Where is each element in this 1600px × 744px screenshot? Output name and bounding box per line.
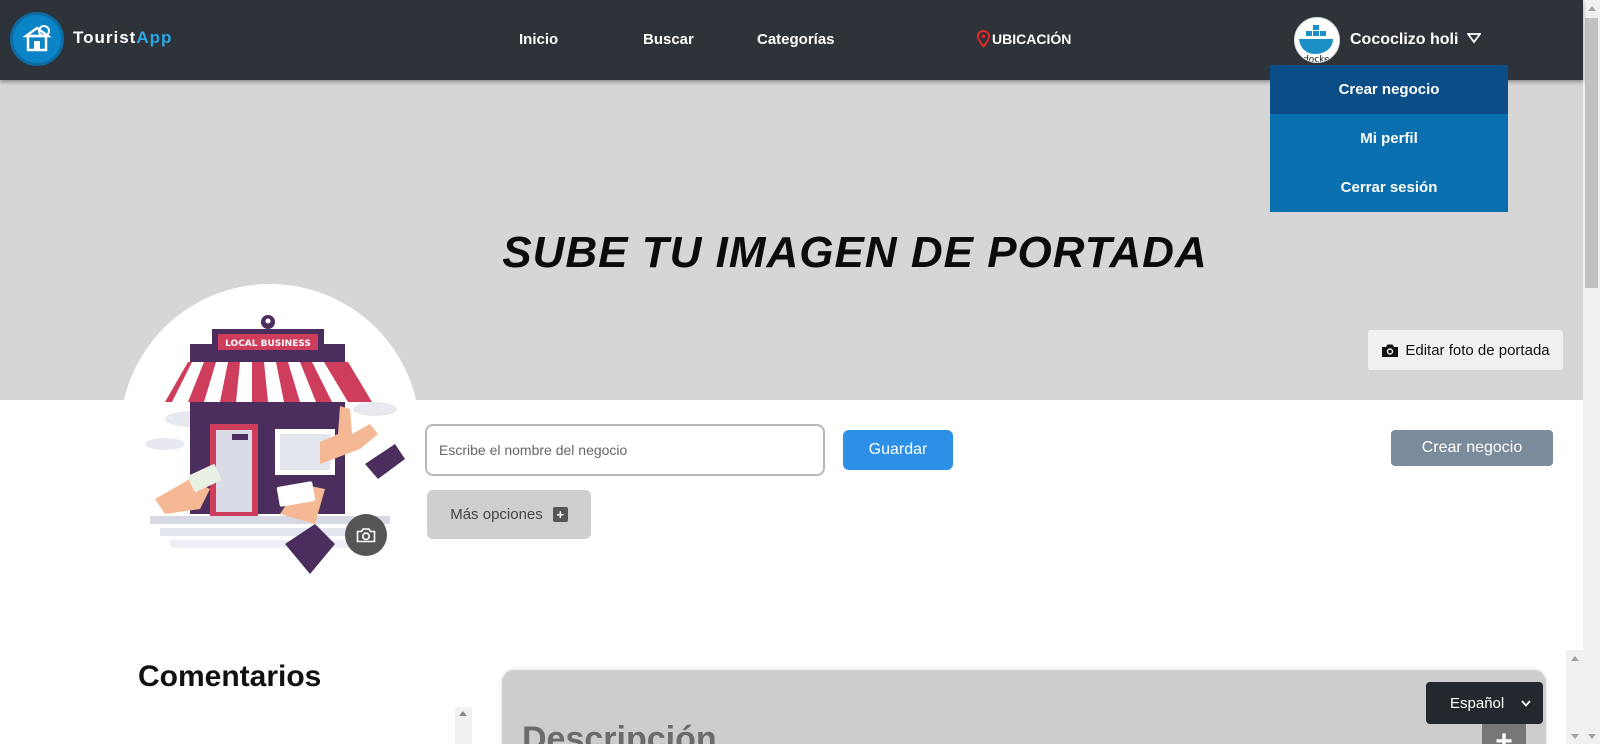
plus-icon: +: [1495, 725, 1513, 744]
map-pin-icon: [977, 30, 990, 48]
language-selected-value: Español: [1450, 694, 1505, 712]
create-business-button[interactable]: Crear negocio: [1391, 430, 1553, 466]
business-sign-text: LOCAL BUSINESS: [225, 339, 311, 349]
svg-text:docke: docke: [1303, 55, 1330, 63]
logo[interactable]: [10, 12, 64, 66]
scroll-down-arrow-icon[interactable]: [1588, 734, 1596, 739]
page-scrollbar[interactable]: [1583, 0, 1600, 744]
more-options-label: Más opciones: [450, 506, 543, 523]
plus-icon: +: [552, 507, 568, 522]
add-description-button[interactable]: +: [1482, 722, 1526, 744]
more-options-button[interactable]: Más opciones +: [427, 490, 591, 539]
menu-item-mi-perfil[interactable]: Mi perfil: [1270, 114, 1508, 163]
nav-inicio[interactable]: Inicio: [519, 31, 558, 48]
nav-ubicacion[interactable]: UBICACIÓN: [977, 30, 1071, 48]
user-dropdown-menu: Crear negocio Mi perfil Cerrar sesión: [1270, 65, 1508, 212]
description-card: Descripción +: [502, 670, 1546, 744]
menu-item-crear-negocio[interactable]: Crear negocio: [1270, 65, 1508, 114]
camera-icon: [1382, 344, 1399, 357]
logo-text-prefix: Tourist: [73, 28, 137, 47]
comments-heading: Comentarios: [138, 660, 322, 693]
nav-ubicacion-label: UBICACIÓN: [992, 31, 1072, 47]
scroll-up-arrow-icon[interactable]: [1588, 6, 1596, 11]
nav-buscar[interactable]: Buscar: [643, 31, 694, 48]
camera-icon: [356, 528, 376, 543]
user-avatar[interactable]: docke: [1294, 17, 1340, 63]
menu-item-cerrar-sesion[interactable]: Cerrar sesión: [1270, 163, 1508, 212]
user-name: Cococlizo holi: [1350, 31, 1459, 48]
docker-whale-icon: docke: [1299, 25, 1333, 63]
nav-categorias[interactable]: Categorías: [757, 31, 835, 48]
user-menu-toggle[interactable]: Cococlizo holi: [1350, 31, 1482, 49]
page-scrollbar-thumb[interactable]: [1585, 18, 1598, 288]
business-name-input[interactable]: [425, 424, 825, 476]
language-select[interactable]: Español: [1426, 682, 1543, 724]
change-profile-photo-button[interactable]: [345, 514, 387, 556]
scroll-up-arrow-icon[interactable]: [1571, 656, 1579, 661]
chevron-down-icon: [1521, 699, 1531, 707]
scroll-down-arrow-icon[interactable]: [1571, 734, 1579, 739]
logo-text-accent: App: [136, 28, 173, 47]
save-button[interactable]: Guardar: [843, 430, 953, 470]
description-heading: Descripción: [522, 720, 717, 744]
logo-text[interactable]: TouristApp: [73, 28, 172, 48]
edit-cover-label: Editar foto de portada: [1405, 341, 1550, 359]
comments-scrollbar[interactable]: [455, 707, 472, 744]
edit-cover-button[interactable]: Editar foto de portada: [1368, 330, 1563, 370]
store-logo-icon: [22, 25, 52, 52]
chevron-down-icon: [1466, 33, 1482, 44]
scroll-up-arrow-icon[interactable]: [459, 711, 467, 716]
cover-title: SUBE TU IMAGEN DE PORTADA: [502, 228, 1208, 277]
inner-scrollbar[interactable]: [1566, 650, 1583, 744]
